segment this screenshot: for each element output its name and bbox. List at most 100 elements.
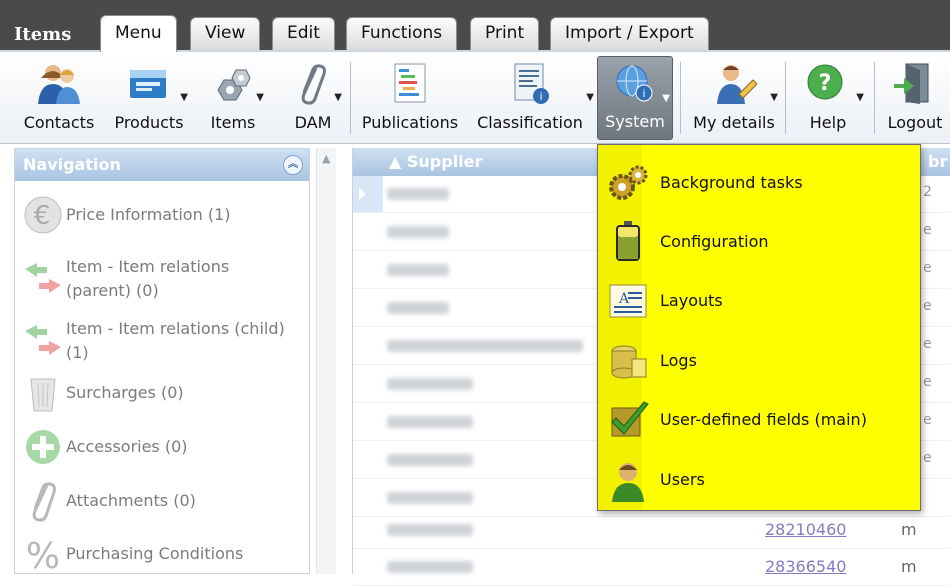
checkmark-box-icon bbox=[611, 401, 649, 437]
menu-item-configuration[interactable]: Configuration bbox=[598, 216, 920, 268]
dam-button[interactable]: ▼ DAM bbox=[282, 56, 344, 140]
system-dropdown-menu: Background tasks Configuration A Layouts… bbox=[597, 144, 921, 511]
item-number-link[interactable]: 28366540 bbox=[765, 557, 846, 576]
publications-button[interactable]: Publications bbox=[358, 56, 462, 140]
tab-import-export[interactable]: Import / Export bbox=[550, 17, 709, 50]
scroll-up-icon[interactable]: ▲ bbox=[322, 152, 330, 165]
cell-edge: 2 bbox=[923, 184, 932, 200]
app-title: Items bbox=[14, 24, 72, 45]
classification-button[interactable]: i ▼ Classification bbox=[474, 56, 594, 140]
tab-menu[interactable]: Menu bbox=[100, 15, 177, 52]
menu-item-label: User-defined fields (main) bbox=[660, 410, 867, 429]
item-number-link[interactable]: 28210460 bbox=[765, 520, 846, 539]
nav-item-purchasing-conditions[interactable]: % Purchasing Conditions bbox=[19, 532, 305, 576]
chevron-down-icon: ▼ bbox=[856, 92, 864, 103]
battery-icon bbox=[616, 221, 640, 261]
menu-item-layouts[interactable]: A Layouts bbox=[598, 275, 920, 327]
menu-item-user-defined-fields[interactable]: User-defined fields (main) bbox=[598, 394, 920, 446]
nav-item-label: Surcharges (0) bbox=[66, 383, 184, 402]
navigation-header: Navigation ︽ bbox=[15, 149, 309, 181]
chevron-down-icon: ▼ bbox=[180, 92, 188, 103]
chevron-down-icon: ▼ bbox=[662, 93, 670, 104]
column-header-partial[interactable]: br bbox=[928, 148, 947, 176]
blurred-cell bbox=[387, 264, 449, 276]
menu-item-users[interactable]: Users bbox=[598, 454, 920, 506]
navigation-panel: Navigation ︽ € Price Information (1) Ite… bbox=[14, 148, 310, 576]
chevron-down-icon: ▼ bbox=[586, 92, 594, 103]
nav-item-relations-child[interactable]: Item - Item relations (child) (1) bbox=[19, 317, 305, 367]
cell-edge: e bbox=[923, 336, 932, 352]
nav-item-label: Accessories (0) bbox=[66, 437, 188, 456]
menu-item-label: Configuration bbox=[660, 232, 769, 251]
tab-view[interactable]: View bbox=[190, 17, 261, 50]
blurred-cell bbox=[387, 340, 583, 352]
my-details-button[interactable]: ▼ My details bbox=[688, 56, 780, 140]
nav-item-label: Item - Item relations (child) (1) bbox=[66, 319, 285, 362]
my-details-label: My details bbox=[693, 113, 775, 132]
system-button[interactable]: i ▼ System bbox=[597, 56, 673, 140]
tab-functions[interactable]: Functions bbox=[346, 17, 458, 50]
menu-item-label: Layouts bbox=[660, 291, 723, 310]
svg-text:€: € bbox=[34, 201, 51, 231]
chevron-down-icon: ▼ bbox=[770, 92, 778, 103]
items-label: Items bbox=[210, 113, 256, 132]
svg-text:%: % bbox=[26, 536, 60, 576]
table-row[interactable]: 28366540 m bbox=[353, 549, 950, 586]
layout-icon: A bbox=[609, 284, 647, 318]
collapse-icon[interactable]: ︽ bbox=[283, 155, 303, 175]
door-exit-icon bbox=[894, 63, 929, 104]
paperclip-icon bbox=[32, 482, 56, 522]
blurred-cell bbox=[387, 188, 449, 200]
publications-label: Publications bbox=[361, 113, 459, 132]
nav-item-price-information[interactable]: € Price Information (1) bbox=[19, 193, 305, 237]
table-row[interactable]: 28210460 m bbox=[353, 512, 950, 549]
blurred-cell bbox=[387, 302, 449, 314]
relations-icon bbox=[25, 325, 61, 355]
user-edit-icon bbox=[717, 65, 757, 104]
help-button[interactable]: ? ▼ Help bbox=[790, 56, 866, 140]
classification-icon: i bbox=[514, 63, 549, 104]
logs-icon bbox=[611, 345, 647, 379]
blurred-cell bbox=[387, 378, 473, 390]
globe-info-icon: i bbox=[616, 65, 653, 102]
navigation-title: Navigation bbox=[23, 155, 121, 174]
tab-print[interactable]: Print bbox=[470, 17, 540, 50]
blurred-cell bbox=[387, 416, 473, 428]
unit-cell: m bbox=[901, 520, 917, 539]
dam-label: DAM bbox=[294, 113, 332, 132]
menu-item-label: Background tasks bbox=[660, 173, 803, 192]
nav-item-surcharges[interactable]: Surcharges (0) bbox=[19, 371, 305, 415]
blurred-cell bbox=[387, 492, 473, 504]
menu-item-background-tasks[interactable]: Background tasks bbox=[598, 157, 920, 209]
chevron-down-icon: ▼ bbox=[256, 92, 264, 103]
relations-icon bbox=[25, 263, 61, 293]
nav-item-accessories[interactable]: Accessories (0) bbox=[19, 425, 305, 469]
products-icon bbox=[130, 70, 166, 98]
nav-item-label: Purchasing Conditions bbox=[66, 544, 244, 563]
classification-label: Classification bbox=[477, 113, 583, 132]
menu-item-label: Users bbox=[660, 470, 705, 489]
navigation-scrollbar[interactable]: ▲ bbox=[316, 148, 336, 574]
percent-icon: % bbox=[26, 536, 60, 576]
gears-icon bbox=[609, 165, 648, 200]
contacts-icon bbox=[38, 65, 80, 104]
cell-edge: e bbox=[923, 298, 932, 314]
tab-edit[interactable]: Edit bbox=[272, 17, 335, 50]
svg-text:i: i bbox=[642, 87, 645, 100]
system-label: System bbox=[605, 112, 665, 131]
column-header-supplier[interactable]: ▲ Supplier bbox=[389, 148, 482, 176]
chevron-down-icon: ▼ bbox=[334, 92, 342, 103]
user-icon bbox=[612, 463, 644, 502]
nav-item-attachments[interactable]: Attachments (0) bbox=[19, 479, 305, 523]
publications-icon bbox=[394, 63, 426, 103]
nav-item-relations-parent[interactable]: Item - Item relations (parent) (0) bbox=[19, 255, 305, 305]
ribbon-divider bbox=[785, 62, 786, 134]
products-button[interactable]: ▼ Products bbox=[108, 56, 190, 140]
items-button[interactable]: ▼ Items bbox=[200, 56, 266, 140]
menu-item-logs[interactable]: Logs bbox=[598, 335, 920, 387]
blurred-cell bbox=[387, 226, 449, 238]
contacts-button[interactable]: Contacts bbox=[20, 56, 98, 140]
logout-label: Logout bbox=[887, 113, 943, 132]
logout-button[interactable]: Logout bbox=[882, 56, 948, 140]
ribbon-divider bbox=[874, 62, 875, 134]
